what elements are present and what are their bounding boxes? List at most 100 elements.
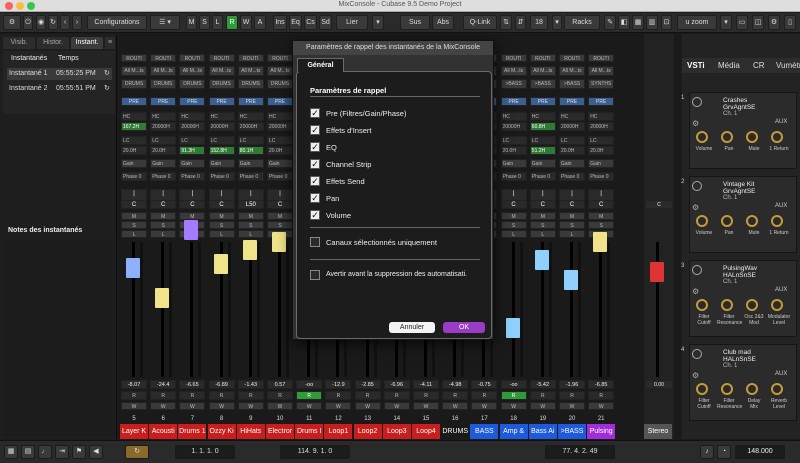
- cs-button[interactable]: Cs: [304, 15, 317, 30]
- channel-name[interactable]: DRUMS: [441, 424, 470, 439]
- channel-name[interactable]: BASS: [470, 424, 499, 439]
- hc-value[interactable]: 20000H: [179, 122, 206, 131]
- routing-slot[interactable]: ROUTI: [150, 54, 177, 62]
- input-routing[interactable]: All M...ts: [267, 66, 293, 76]
- phase-control[interactable]: Phase 0: [588, 172, 615, 181]
- read-automation-button[interactable]: R: [150, 391, 177, 400]
- solo-button[interactable]: S: [588, 221, 615, 229]
- mode-m-button[interactable]: M: [186, 15, 197, 30]
- output-routing[interactable]: DRUMS: [237, 79, 264, 89]
- knob-icon[interactable]: [721, 215, 733, 227]
- link-options-icon[interactable]: ▾: [372, 15, 384, 30]
- tab-vsti[interactable]: VSTi: [687, 61, 705, 70]
- next-icon[interactable]: ›: [72, 15, 82, 30]
- gain-knob[interactable]: Gain: [588, 159, 615, 168]
- power-icon[interactable]: [692, 349, 702, 359]
- routing-slot[interactable]: ROUTI: [267, 54, 293, 62]
- power-icon[interactable]: ⏻: [23, 15, 33, 30]
- phase-control[interactable]: Phase 0: [500, 172, 527, 181]
- pre-button[interactable]: PRE: [500, 97, 527, 106]
- solo-button[interactable]: S: [500, 221, 527, 229]
- sort-icon[interactable]: ⇵: [515, 15, 526, 30]
- channel-name[interactable]: Ozzy Ki: [207, 424, 236, 439]
- read-automation-button[interactable]: R: [471, 391, 498, 400]
- recall-option-checkbox[interactable]: ✓: [310, 159, 320, 169]
- view-icon[interactable]: ◧: [618, 15, 630, 30]
- read-automation-button[interactable]: R: [383, 391, 410, 400]
- power-icon[interactable]: [692, 97, 702, 107]
- routing-slot[interactable]: ROUTI: [588, 54, 615, 62]
- pre-button[interactable]: PRE: [559, 97, 585, 106]
- header-snapshots[interactable]: Instantanés: [11, 53, 47, 65]
- channel-name[interactable]: >BASS: [558, 424, 586, 439]
- pre-button[interactable]: PRE: [267, 97, 293, 106]
- settings-icon[interactable]: ⚙: [768, 15, 780, 30]
- meter-icon[interactable]: ▥: [646, 15, 658, 30]
- input-routing[interactable]: All M...ts: [559, 66, 585, 76]
- tab-history[interactable]: Histor.: [37, 37, 69, 49]
- header-time[interactable]: Temps: [58, 53, 79, 65]
- tab-general[interactable]: Général: [297, 58, 344, 72]
- phase-control[interactable]: Phase 0: [208, 172, 235, 181]
- write-automation-button[interactable]: W: [354, 402, 381, 410]
- pan-value[interactable]: C: [645, 200, 673, 209]
- lc-value[interactable]: 91.3H: [179, 146, 206, 155]
- metronome-icon[interactable]: ♩: [38, 445, 52, 459]
- mute-button[interactable]: M: [208, 212, 235, 220]
- output-routing[interactable]: DRUMS: [208, 79, 235, 89]
- listen-button[interactable]: L: [121, 230, 147, 238]
- gear-icon[interactable]: ⚙: [3, 15, 21, 30]
- hc-value[interactable]: 20000H: [267, 122, 293, 131]
- write-automation-button[interactable]: W: [150, 402, 177, 410]
- read-automation-button[interactable]: R: [529, 391, 556, 400]
- phase-control[interactable]: Phase 0: [529, 172, 556, 181]
- racks-button[interactable]: Racks: [564, 15, 600, 30]
- edit-icon[interactable]: ⚙: [692, 119, 699, 128]
- recall-option-checkbox[interactable]: ✓: [310, 210, 320, 220]
- fader-handle[interactable]: [155, 288, 170, 308]
- phase-control[interactable]: Phase 0: [121, 172, 147, 181]
- hc-value[interactable]: 20000H: [150, 122, 177, 131]
- fader-handle[interactable]: [272, 232, 286, 252]
- lc-value[interactable]: 152.8H: [208, 146, 235, 155]
- mode-s-button[interactable]: S: [199, 15, 210, 30]
- read-automation-button[interactable]: R: [179, 391, 206, 400]
- selected-only-checkbox[interactable]: [310, 237, 320, 247]
- output-routing[interactable]: >BASS: [500, 79, 527, 89]
- phase-control[interactable]: Phase 0: [179, 172, 206, 181]
- hc-value[interactable]: 167.2H: [121, 122, 147, 131]
- mute-button[interactable]: M: [500, 212, 527, 220]
- mute-button[interactable]: M: [237, 212, 264, 220]
- channel-count-field[interactable]: 18: [530, 15, 548, 30]
- routing-slot[interactable]: ROUTI: [237, 54, 264, 62]
- solo-button[interactable]: S: [559, 221, 585, 229]
- channel-name[interactable]: Amp &: [499, 424, 528, 439]
- write-automation-button[interactable]: W: [413, 402, 439, 410]
- grid-icon[interactable]: ▦: [632, 15, 644, 30]
- channel-name[interactable]: Electror: [266, 424, 294, 439]
- channel-name[interactable]: Stereo: [644, 424, 672, 439]
- solo-button[interactable]: S: [121, 221, 147, 229]
- listen-button[interactable]: L: [529, 230, 556, 238]
- mute-button[interactable]: M: [267, 212, 293, 220]
- lc-value[interactable]: 20.0H: [267, 146, 293, 155]
- fader-handle[interactable]: [242, 240, 257, 260]
- knob-icon[interactable]: [746, 131, 758, 143]
- pan-value[interactable]: C: [529, 200, 556, 209]
- channel-name[interactable]: Loop1: [324, 424, 353, 439]
- routing-slot[interactable]: ROUTI: [500, 54, 527, 62]
- routing-slot[interactable]: ROUTI: [121, 54, 147, 62]
- lc-value[interactable]: 20.0H: [150, 146, 177, 155]
- listen-button[interactable]: L: [208, 230, 235, 238]
- write-automation-button[interactable]: W: [529, 402, 556, 410]
- input-routing[interactable]: All M...ts: [237, 66, 264, 76]
- routing-slot[interactable]: ROUTI: [529, 54, 556, 62]
- punch-icon[interactable]: ⇥: [55, 445, 69, 459]
- lc-value[interactable]: 20.0H: [500, 146, 527, 155]
- gain-knob[interactable]: Gain: [121, 159, 147, 168]
- listen-button[interactable]: L: [500, 230, 527, 238]
- ins-button[interactable]: Ins: [273, 15, 287, 30]
- rewind-icon[interactable]: ◀: [89, 445, 103, 459]
- knob-icon[interactable]: [721, 299, 733, 311]
- metronome-icon[interactable]: ♪: [700, 445, 714, 459]
